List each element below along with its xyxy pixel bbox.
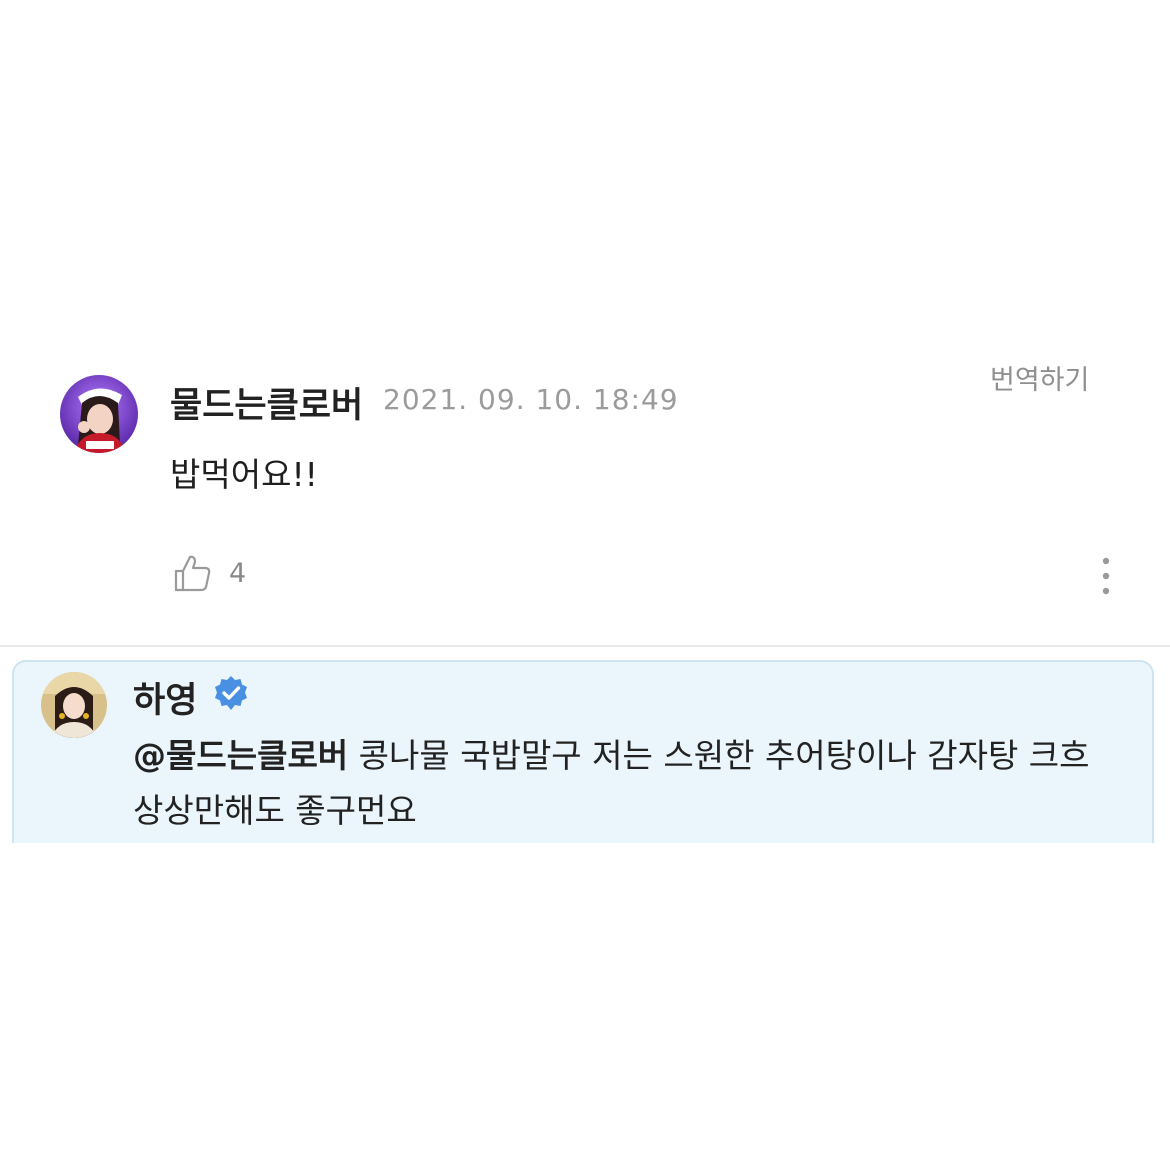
comment-text: 밥먹어요!! xyxy=(170,455,318,494)
verified-badge-icon xyxy=(213,675,249,711)
page: 물드는클로버 2021. 09. 10. 18:49 번역하기 밥먹어요!! 4 xyxy=(0,0,1170,1170)
comment-author[interactable]: 물드는클로버 xyxy=(170,377,363,428)
thumbs-up-icon[interactable] xyxy=(172,553,212,593)
user-avatar[interactable] xyxy=(60,375,138,453)
like-count: 4 xyxy=(229,558,247,589)
comment: 물드는클로버 2021. 09. 10. 18:49 번역하기 밥먹어요!! 4 xyxy=(0,0,1170,645)
more-options-icon[interactable] xyxy=(1093,555,1119,597)
mention-link[interactable]: @물드는클로버 xyxy=(133,736,348,775)
reply-author[interactable]: 하영 xyxy=(133,672,197,723)
translate-button[interactable]: 번역하기 xyxy=(990,358,1089,397)
comment-timestamp: 2021. 09. 10. 18:49 xyxy=(383,383,679,416)
divider xyxy=(0,645,1170,647)
artist-avatar[interactable] xyxy=(41,672,107,738)
reply-text: @물드는클로버 콩나물 국밥말구 저는 스원한 추어탕이나 감자탕 크흐 상상만… xyxy=(133,728,1123,838)
